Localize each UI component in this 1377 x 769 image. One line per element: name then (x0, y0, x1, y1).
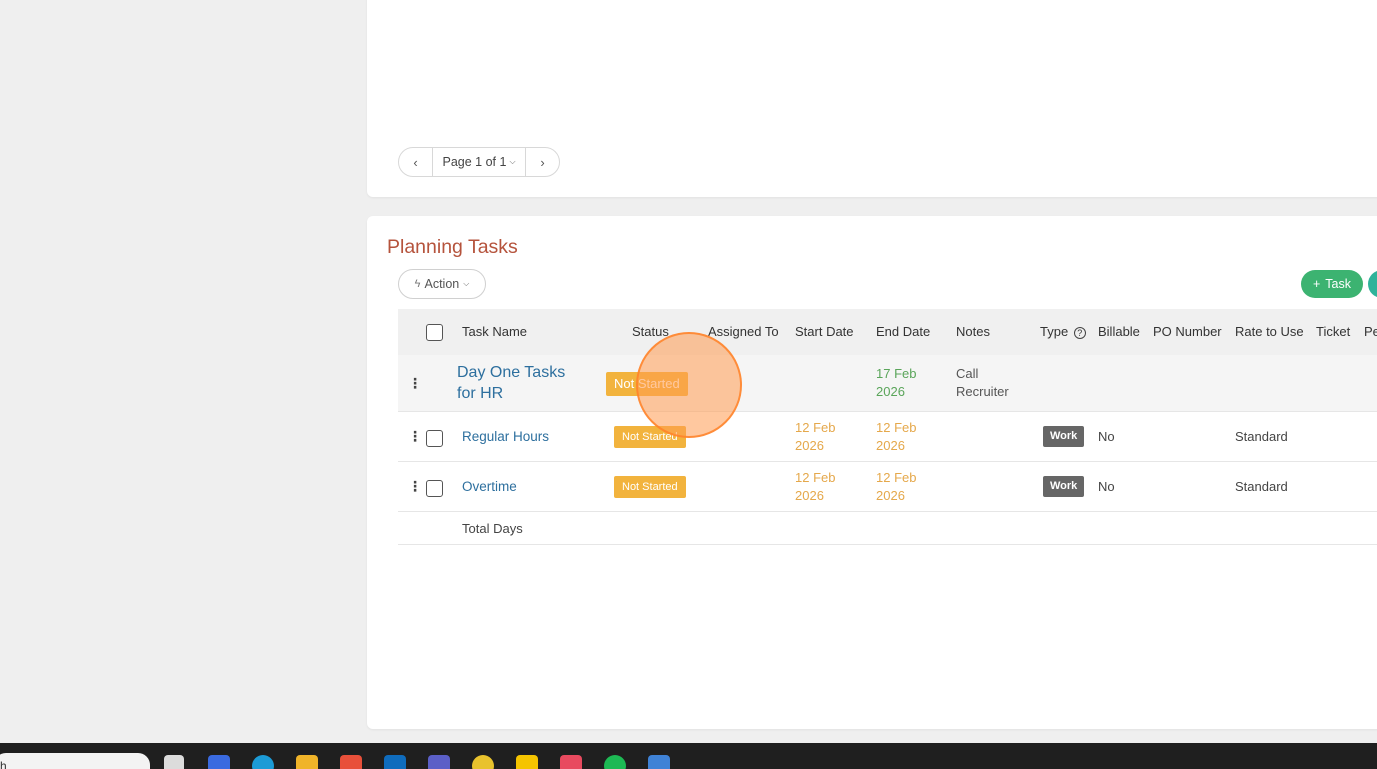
task-name-link[interactable]: Overtime (462, 479, 517, 494)
edge-icon[interactable] (252, 755, 274, 769)
header-start-date[interactable]: Start Date (795, 324, 854, 339)
header-status[interactable]: Status (632, 324, 669, 339)
teams-icon[interactable] (428, 755, 450, 769)
end-date: 12 Feb 2026 (876, 470, 917, 503)
header-task-name[interactable]: Task Name (462, 324, 527, 339)
help-icon[interactable]: ? (1073, 327, 1086, 339)
total-days-label: Total Days (462, 521, 523, 536)
file-explorer-icon[interactable] (296, 755, 318, 769)
chevron-down-icon: ⌵ (509, 157, 516, 166)
start-date: 12 Feb 2026 (795, 470, 836, 503)
table-header: Task Name Status Assigned To Start Date … (398, 309, 1377, 355)
billable-cell: No (1098, 479, 1115, 494)
header-notes[interactable]: Notes (956, 324, 990, 339)
row-menu-icon[interactable]: ⋮ (408, 429, 422, 443)
header-end-date[interactable]: End Date (876, 324, 930, 339)
header-billable[interactable]: Billable (1098, 324, 1140, 339)
row-checkbox[interactable] (426, 480, 443, 497)
end-date: 12 Feb 2026 (876, 420, 917, 453)
chrome-icon[interactable] (472, 755, 494, 769)
secondary-add-button[interactable] (1368, 270, 1377, 298)
section-title: Planning Tasks (387, 236, 518, 258)
spotify-icon[interactable] (604, 755, 626, 769)
bolt-icon: ϟ (414, 278, 421, 290)
row-menu-icon[interactable]: ⋮ (408, 479, 422, 493)
task-view-icon[interactable] (164, 755, 184, 769)
notes-cell: Call Recruiter (956, 366, 1009, 399)
start-date: 12 Feb 2026 (795, 420, 836, 453)
chevron-down-icon: ⌵ (463, 279, 470, 288)
action-dropdown-button[interactable]: ϟ Action ⌵ (398, 269, 486, 299)
task-name-link[interactable]: Day One Tasks for HR (457, 362, 587, 404)
outlook-icon[interactable] (384, 755, 406, 769)
task-name-link[interactable]: Regular Hours (462, 429, 549, 444)
status-badge: Not Started (614, 476, 686, 498)
previous-panel: ‹ Page 1 of 1 ⌵ › (367, 0, 1377, 197)
header-partial[interactable]: Pe (1364, 324, 1377, 339)
end-date: 17 Feb 2026 (876, 366, 917, 399)
header-ticket[interactable]: Ticket (1316, 324, 1350, 339)
action-label: Action (424, 277, 460, 291)
app-s-icon[interactable] (340, 755, 362, 769)
select-all-checkbox[interactable] (426, 324, 443, 341)
taskbar: h (0, 743, 1377, 769)
header-type-label: Type (1040, 324, 1069, 339)
header-type[interactable]: Type ? (1040, 324, 1086, 339)
type-badge: Work (1043, 476, 1085, 497)
table-row[interactable]: ⋮ Regular Hours Not Started 12 Feb 2026 … (398, 412, 1377, 462)
copilot-icon[interactable] (208, 755, 230, 769)
next-page-button[interactable]: › (526, 148, 559, 176)
status-badge: Not Started (614, 426, 686, 448)
add-task-label: Task (1325, 277, 1351, 291)
header-po-number[interactable]: PO Number (1153, 324, 1222, 339)
type-badge: Work (1043, 426, 1085, 447)
rate-cell: Standard (1235, 479, 1288, 494)
status-badge: Not Started (606, 372, 688, 396)
table-row[interactable]: ⋮ Day One Tasks for HR Not Started 17 Fe… (398, 355, 1377, 412)
billable-cell: No (1098, 429, 1115, 444)
header-rate[interactable]: Rate to Use (1235, 324, 1304, 339)
add-task-button[interactable]: + Task (1301, 270, 1363, 298)
app-red-icon[interactable] (560, 755, 582, 769)
page-label: Page 1 of 1 (442, 155, 507, 169)
rate-cell: Standard (1235, 429, 1288, 444)
taskbar-search[interactable]: h (0, 753, 150, 769)
table-row[interactable]: ⋮ Overtime Not Started 12 Feb 2026 12 Fe… (398, 462, 1377, 512)
table-footer-row: Total Days (398, 512, 1377, 545)
plus-icon: + (1312, 277, 1321, 291)
header-assigned-to[interactable]: Assigned To (708, 324, 779, 339)
sticky-notes-icon[interactable] (516, 755, 538, 769)
row-menu-icon[interactable]: ⋮ (408, 376, 422, 390)
prev-page-button[interactable]: ‹ (399, 148, 432, 176)
planning-tasks-panel: Planning Tasks ϟ Action ⌵ + Task Task Na… (367, 216, 1377, 729)
app-s2-icon[interactable] (648, 755, 670, 769)
page-select[interactable]: Page 1 of 1 ⌵ (432, 148, 526, 176)
row-checkbox[interactable] (426, 430, 443, 447)
pagination: ‹ Page 1 of 1 ⌵ › (398, 147, 560, 177)
